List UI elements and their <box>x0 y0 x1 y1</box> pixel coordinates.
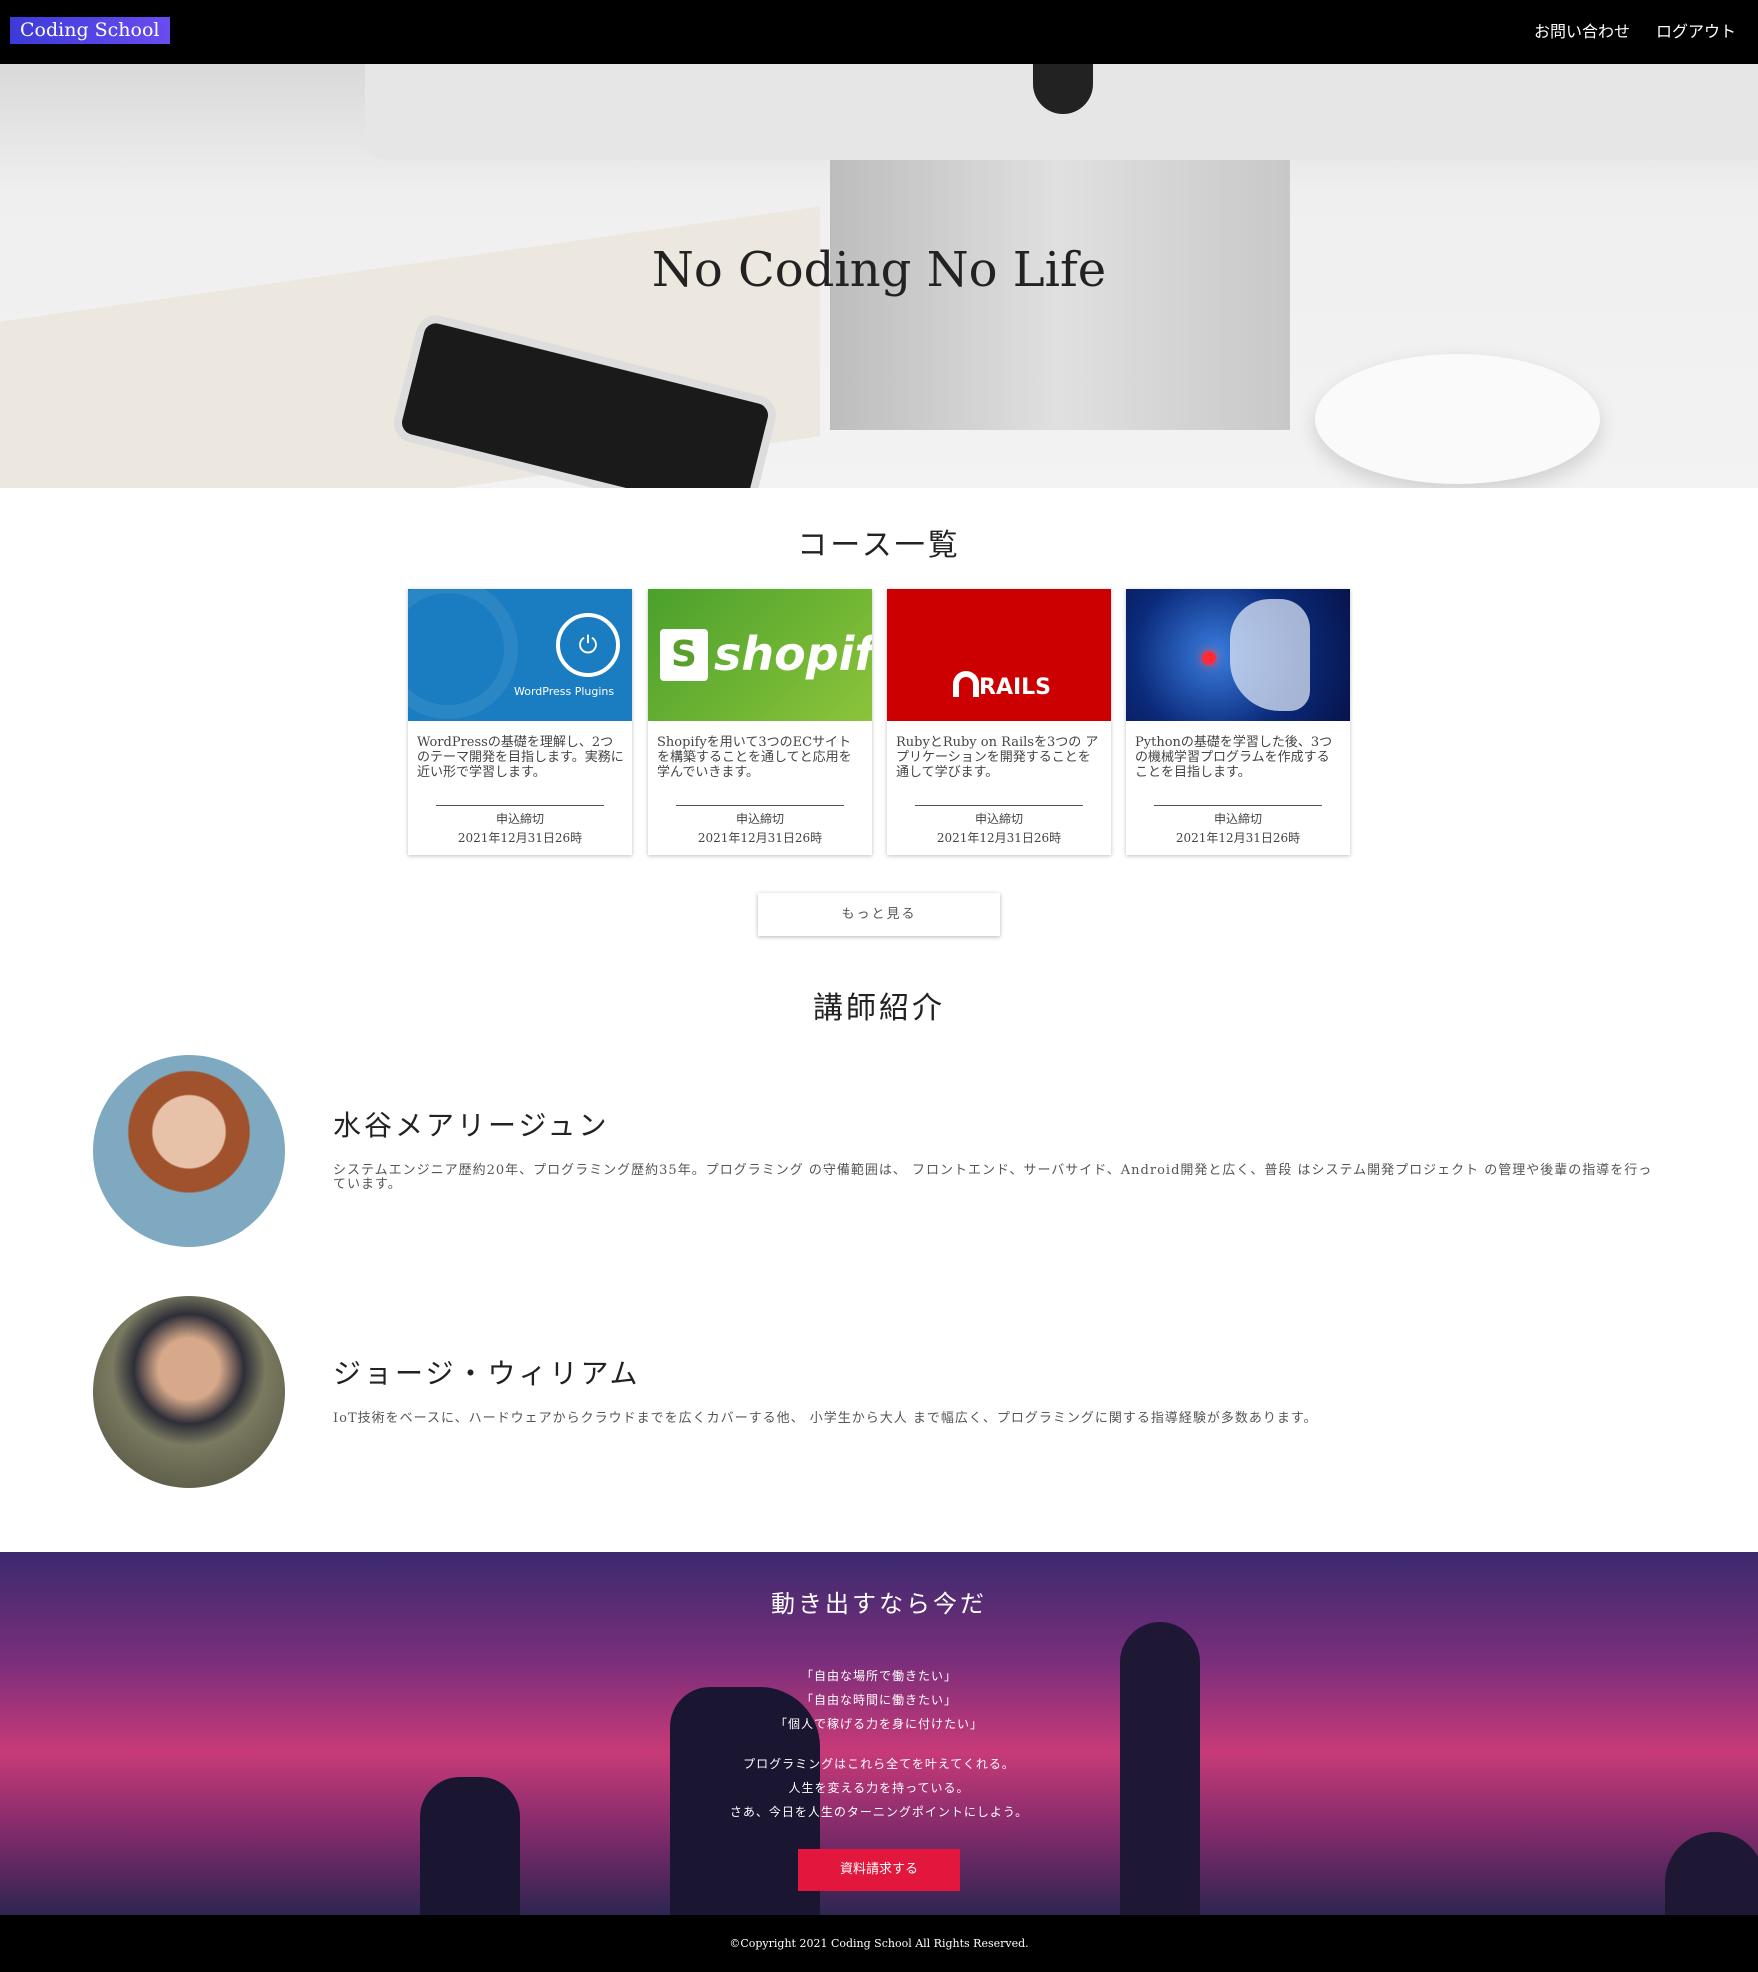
deadline-date: 2021年12月31日26時 <box>457 831 583 845</box>
cta-line: さあ、今日を人生のターニングポイントにしよう。 <box>729 1805 1029 1819</box>
instructor-description: システムエンジニア歴約20年、プログラミング歴約35年。プログラミング の守備範… <box>333 1163 1653 1192</box>
deadline-label: 申込締切 <box>974 812 1023 826</box>
hero: No Coding No Life <box>0 64 1758 488</box>
course-description: Pythonの基礎を学習した後、3つの機械学習プログラムを作成することを目指しま… <box>1135 735 1333 780</box>
header: Coding School お問い合わせ ログアウト <box>0 0 1758 64</box>
logo[interactable]: Coding School <box>10 17 170 44</box>
nav-contact[interactable]: お問い合わせ <box>1534 18 1630 42</box>
instructors-title: 講師紹介 <box>813 991 945 1026</box>
cta-line: 「自由な時間に働きたい」 <box>800 1693 957 1707</box>
course-card-wordpress[interactable]: ⏻ WordPress Plugins WordPressの基礎を理解し、2つの… <box>408 589 632 855</box>
avatar-instructor-1 <box>93 1055 285 1247</box>
deadline-date: 2021年12月31日26時 <box>697 831 823 845</box>
course-description: RubyとRuby on Railsを3つの アプリケーションを開発することを通… <box>896 735 1099 780</box>
divider <box>1154 805 1322 806</box>
cta-line: プログラミングはこれら全てを叶えてくれる。 <box>743 1757 1015 1771</box>
cta-line: 「自由な場所で働きたい」 <box>800 1669 957 1683</box>
divider <box>676 805 844 806</box>
instructor-name: ジョージ・ウィリアム <box>333 1357 641 1390</box>
cta-line: 人生を変える力を持っている。 <box>788 1781 970 1795</box>
ai-head-image <box>1230 599 1310 711</box>
shopify-bag-icon: S <box>660 629 708 681</box>
deadline-date: 2021年12月31日26時 <box>1175 831 1301 845</box>
image-caption: WordPress Plugins <box>514 685 615 698</box>
course-description: WordPressの基礎を理解し、2つのテーマ開発を目指します。実務に近い形で学… <box>417 735 624 780</box>
footer: ©Copyright 2021 Coding School All Rights… <box>0 1915 1758 1972</box>
course-card-python[interactable]: Pythonの基礎を学習した後、3つの機械学習プログラムを作成することを目指しま… <box>1126 589 1350 855</box>
request-materials-button[interactable]: 資料請求する <box>798 1849 960 1891</box>
cta-title: 動き出すなら今だ <box>771 1590 987 1618</box>
instructor-description: IoT技術をベースに、ハードウェアからクラウドまでを広くカバーする他、 小学生か… <box>333 1411 1318 1426</box>
instructor-name: 水谷メアリージュン <box>333 1109 610 1142</box>
course-image <box>1126 589 1350 721</box>
deadline-label: 申込締切 <box>495 812 544 826</box>
course-image: ⏻ WordPress Plugins <box>408 589 632 721</box>
hero-title: No Coding No Life <box>651 242 1107 298</box>
image-caption: RAILS <box>979 675 1052 700</box>
courses-title: コース一覧 <box>797 528 961 563</box>
course-image: S shopify <box>648 589 872 721</box>
course-card-shopify[interactable]: S shopify Shopifyを用いて3つのECサイトを構築することを通して… <box>648 589 872 855</box>
mouse-image <box>1315 354 1600 484</box>
avatar-instructor-2 <box>93 1296 285 1488</box>
more-button[interactable]: もっと見る <box>758 893 1000 936</box>
course-card-rails[interactable]: RAILS RubyとRuby on Railsを3つの アプリケーションを開発… <box>887 589 1111 855</box>
plug-icon: ⏻ <box>556 613 620 677</box>
nav-logout[interactable]: ログアウト <box>1656 18 1736 42</box>
divider <box>915 805 1083 806</box>
course-image: RAILS <box>887 589 1111 721</box>
cta-line: 「個人で稼げる力を身に付けたい」 <box>774 1717 983 1731</box>
deadline-label: 申込締切 <box>1213 812 1262 826</box>
course-description: Shopifyを用いて3つのECサイトを構築することを通してと応用を学んでいきま… <box>657 735 852 780</box>
rails-logo-icon <box>953 671 979 697</box>
image-caption: shopify <box>714 627 872 681</box>
rock-silhouette <box>420 1777 520 1915</box>
divider <box>436 805 604 806</box>
deadline-label: 申込締切 <box>735 812 784 826</box>
deadline-date: 2021年12月31日26時 <box>936 831 1062 845</box>
